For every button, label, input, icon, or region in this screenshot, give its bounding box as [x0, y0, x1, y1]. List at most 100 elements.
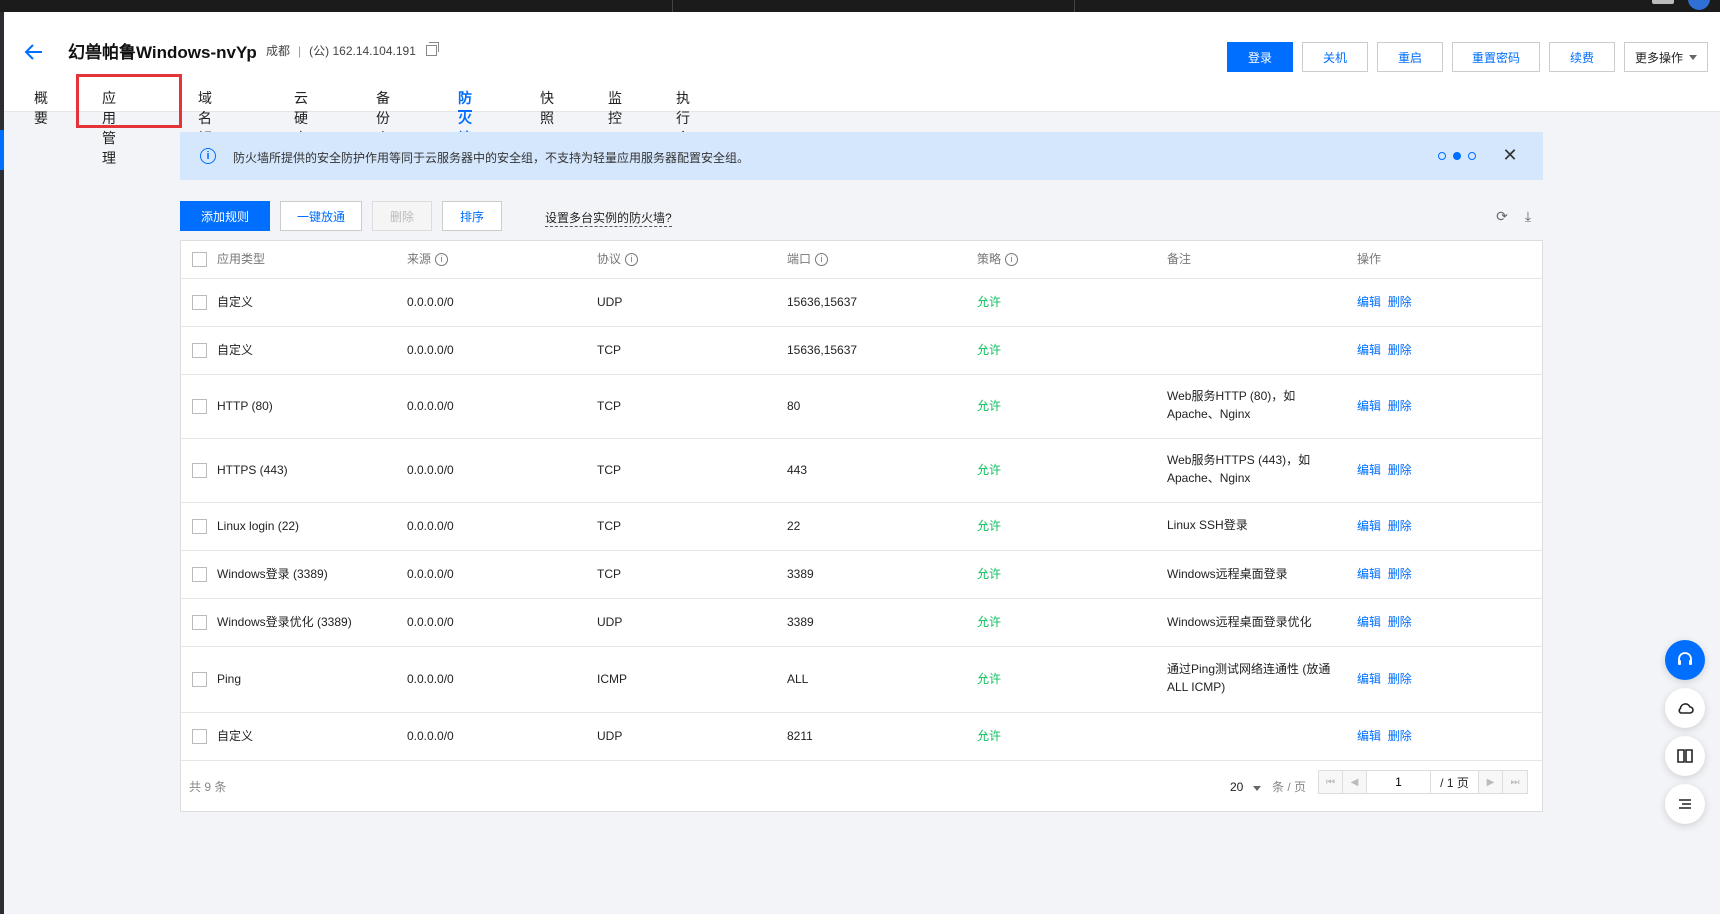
one-click-open-button[interactable]: 一键放通 — [280, 201, 362, 231]
cell-port: 80 — [787, 399, 801, 413]
delete-link[interactable]: 删除 — [1388, 399, 1412, 413]
cell-policy: 允许 — [977, 399, 1002, 413]
table-footer: 共 9 条 20 条 / 页 ⏮ ◀ / 1 页 ▶ ⏭ — [181, 761, 1542, 807]
delete-link[interactable]: 删除 — [1388, 343, 1412, 357]
shutdown-button[interactable]: 关机 — [1302, 42, 1368, 72]
row-checkbox[interactable] — [192, 463, 207, 478]
restart-button[interactable]: 重启 — [1377, 42, 1443, 72]
copy-icon[interactable] — [425, 42, 439, 56]
cell-source: 0.0.0.0/0 — [407, 295, 454, 309]
carousel-dot[interactable] — [1438, 152, 1446, 160]
tab-run-command[interactable]: 执行命令 — [676, 88, 690, 166]
sort-button[interactable]: 排序 — [442, 201, 502, 231]
delete-button[interactable]: 删除 — [372, 201, 432, 231]
cell-policy: 允许 — [977, 567, 1002, 581]
refresh-icon[interactable]: ⟳ — [1494, 208, 1510, 224]
instance-region: 成都 — [266, 44, 291, 58]
login-button[interactable]: 登录 — [1227, 42, 1293, 72]
row-checkbox[interactable] — [192, 567, 207, 582]
help-icon[interactable]: i — [1005, 253, 1019, 267]
tab-snapshot[interactable]: 快照 — [540, 88, 554, 126]
cell-port: 3389 — [787, 615, 814, 629]
close-icon[interactable]: ✕ — [1500, 145, 1520, 165]
carousel-dots — [1438, 152, 1476, 160]
table-row: HTTP (80) 0.0.0.0/0 TCP 80 允许 Web服务HTTP … — [181, 375, 1542, 439]
carousel-dot[interactable] — [1468, 152, 1476, 160]
reset-password-button[interactable]: 重置密码 — [1452, 42, 1540, 72]
tab-backup-points[interactable]: 备份点 — [376, 88, 390, 146]
download-icon[interactable]: ⤓ — [1520, 208, 1536, 224]
list-icon[interactable] — [1665, 784, 1705, 824]
cell-note-line1: Windows远程桌面登录 — [1167, 567, 1288, 581]
tab-cloud-disk[interactable]: 云硬盘 — [294, 88, 308, 146]
top-bar-divider — [672, 0, 673, 12]
edit-link[interactable]: 编辑 — [1357, 519, 1381, 533]
cell-source: 0.0.0.0/0 — [407, 567, 454, 581]
delete-link[interactable]: 删除 — [1388, 463, 1412, 477]
tab-domain-resolution[interactable]: 域名解析 — [198, 88, 212, 166]
cell-policy: 允许 — [977, 343, 1002, 357]
highlight-box-app-management — [76, 74, 182, 128]
more-actions-dropdown[interactable]: 更多操作 — [1624, 42, 1708, 72]
renew-button[interactable]: 续费 — [1549, 42, 1615, 72]
delete-link[interactable]: 删除 — [1388, 519, 1412, 533]
select-all-checkbox[interactable] — [192, 252, 207, 267]
cell-source: 0.0.0.0/0 — [407, 399, 454, 413]
row-checkbox[interactable] — [192, 519, 207, 534]
cell-policy: 允许 — [977, 672, 1002, 686]
delete-link[interactable]: 删除 — [1388, 672, 1412, 686]
sidebar-active-marker — [0, 130, 4, 170]
first-page-icon[interactable]: ⏮ — [1319, 771, 1343, 793]
table-row: 自定义 0.0.0.0/0 UDP 8211 允许 编辑 删除 — [181, 713, 1542, 761]
edit-link[interactable]: 编辑 — [1357, 295, 1381, 309]
meta-separator: | — [298, 43, 302, 58]
row-checkbox[interactable] — [192, 672, 207, 687]
next-page-icon[interactable]: ▶ — [1479, 771, 1503, 793]
cell-actions: 编辑 删除 — [1357, 566, 1412, 583]
tab-overview[interactable]: 概要 — [34, 88, 48, 126]
prev-page-icon[interactable]: ◀ — [1343, 771, 1367, 793]
edit-link[interactable]: 编辑 — [1357, 463, 1381, 477]
row-checkbox[interactable] — [192, 615, 207, 630]
cell-app-type: Ping — [217, 672, 242, 686]
edit-link[interactable]: 编辑 — [1357, 399, 1381, 413]
delete-link[interactable]: 删除 — [1388, 295, 1412, 309]
cell-app-type: 自定义 — [217, 295, 254, 309]
delete-link[interactable]: 删除 — [1388, 729, 1412, 743]
delete-link[interactable]: 删除 — [1388, 615, 1412, 629]
help-icon[interactable]: i — [625, 253, 639, 267]
user-name[interactable] — [1652, 0, 1674, 4]
row-checkbox[interactable] — [192, 295, 207, 310]
page-number-input[interactable] — [1367, 771, 1431, 793]
multi-instance-firewall-link[interactable]: 设置多台实例的防火墙? — [545, 209, 672, 227]
row-checkbox[interactable] — [192, 399, 207, 414]
cloud-icon[interactable] — [1665, 688, 1705, 728]
tab-firewall[interactable]: 防火墙 — [458, 88, 472, 146]
tab-monitoring[interactable]: 监控 — [608, 88, 622, 126]
header-source: 来源 i — [407, 251, 449, 268]
last-page-icon[interactable]: ⏭ — [1503, 771, 1527, 793]
edit-link[interactable]: 编辑 — [1357, 615, 1381, 629]
edit-link[interactable]: 编辑 — [1357, 343, 1381, 357]
row-checkbox[interactable] — [192, 729, 207, 744]
help-icon[interactable]: i — [435, 253, 449, 267]
cell-port: 15636,15637 — [787, 343, 858, 357]
firewall-rules-table: 应用类型 来源 i 协议 i 端口 i 策略 i 备注 操作 自定义 0.0.0.0/0… — [180, 240, 1543, 812]
back-arrow-icon[interactable] — [22, 40, 46, 64]
customer-service-icon[interactable] — [1665, 640, 1705, 680]
page-size-select[interactable]: 20 条 / 页 — [1230, 778, 1306, 795]
header-policy: 策略 i — [977, 251, 1019, 268]
row-checkbox[interactable] — [192, 343, 207, 358]
help-icon[interactable]: i — [815, 253, 829, 267]
edit-link[interactable]: 编辑 — [1357, 567, 1381, 581]
cell-note-line2: ALL ICMP) — [1167, 680, 1226, 694]
edit-link[interactable]: 编辑 — [1357, 729, 1381, 743]
add-rule-button[interactable]: 添加规则 — [180, 201, 270, 231]
delete-link[interactable]: 删除 — [1388, 567, 1412, 581]
edit-link[interactable]: 编辑 — [1357, 672, 1381, 686]
header-note: 备注 — [1167, 252, 1192, 266]
cell-app-type: 自定义 — [217, 343, 254, 357]
avatar[interactable] — [1688, 0, 1710, 10]
carousel-dot-active[interactable] — [1453, 152, 1461, 160]
book-icon[interactable] — [1665, 736, 1705, 776]
